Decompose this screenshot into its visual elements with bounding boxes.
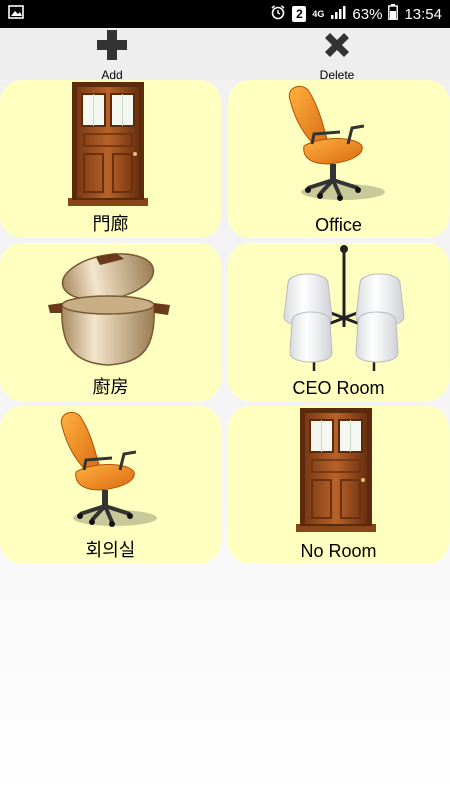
battery-percent: 63% bbox=[352, 5, 383, 23]
room-tile[interactable]: No Room bbox=[228, 406, 449, 564]
add-button[interactable]: Add bbox=[72, 28, 152, 82]
room-label: 廚房 bbox=[92, 377, 129, 397]
room-label: Office bbox=[315, 215, 362, 235]
door-icon bbox=[0, 80, 221, 212]
plus-icon bbox=[95, 28, 129, 67]
room-tile[interactable]: CEO Room bbox=[228, 243, 449, 401]
room-label: 門廊 bbox=[92, 214, 129, 234]
clock: 13:54 bbox=[404, 5, 442, 23]
toolbar: Add Delete bbox=[0, 28, 450, 82]
chandelier-icon bbox=[228, 243, 449, 375]
4g-icon: 4G bbox=[312, 8, 325, 19]
status-bar: 2 4G 63% 13:54 bbox=[0, 0, 450, 28]
room-tile[interactable]: 廚房 bbox=[0, 243, 221, 401]
room-tile[interactable]: 門廊 bbox=[0, 80, 221, 238]
network-label: 4G bbox=[312, 8, 325, 19]
delete-button[interactable]: Delete bbox=[297, 28, 377, 82]
close-icon bbox=[320, 28, 354, 67]
room-label: 회의실 bbox=[85, 540, 136, 560]
alarm-icon bbox=[270, 4, 286, 24]
cooking-pot-icon bbox=[0, 243, 221, 375]
battery-icon bbox=[388, 4, 399, 24]
office-chair-icon bbox=[228, 80, 449, 212]
room-tile[interactable]: Office bbox=[228, 80, 449, 238]
door-icon bbox=[228, 406, 449, 538]
office-chair-icon bbox=[0, 406, 221, 538]
sim-2-icon: 2 bbox=[292, 6, 307, 22]
room-tile[interactable]: 회의실 bbox=[0, 406, 221, 564]
sim-label: 2 bbox=[296, 7, 303, 21]
signal-icon bbox=[330, 5, 346, 23]
image-icon bbox=[8, 4, 24, 24]
room-label: CEO Room bbox=[292, 378, 385, 398]
room-label: No Room bbox=[300, 541, 377, 561]
